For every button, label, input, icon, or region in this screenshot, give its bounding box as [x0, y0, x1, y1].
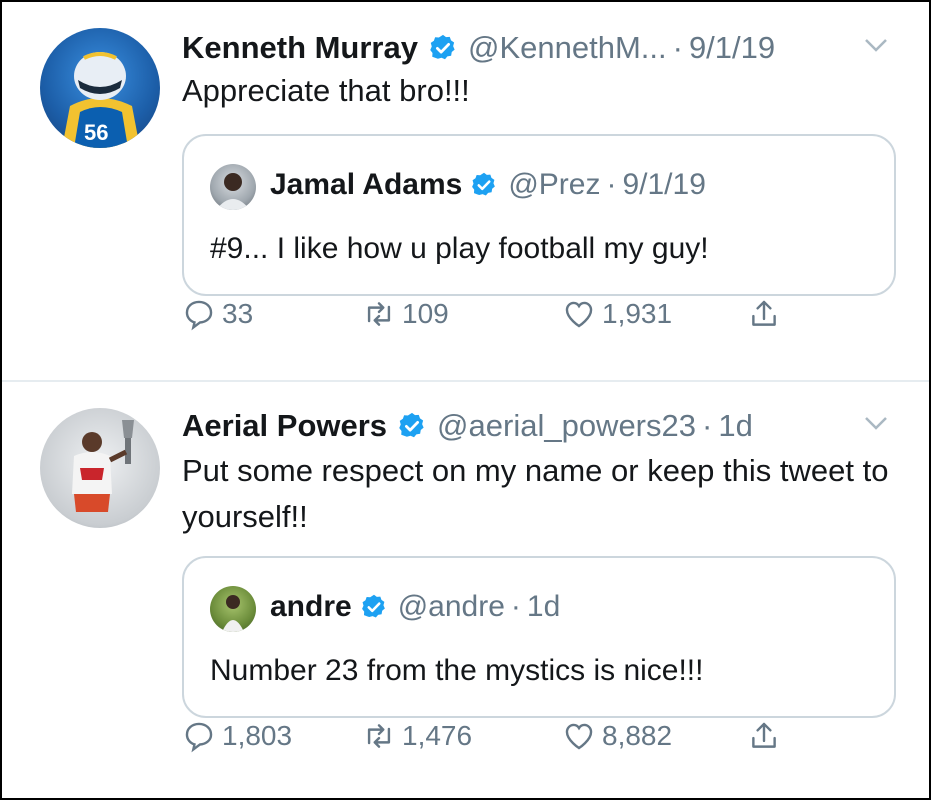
- quoted-date[interactable]: 1d: [527, 590, 560, 624]
- tweet-header: Aerial Powers @aerial_powers23 · 1d: [182, 408, 753, 444]
- quoted-header: andre @andre · 1d: [270, 590, 560, 624]
- verified-badge-icon: [472, 172, 496, 196]
- like-count: 1,931: [602, 298, 673, 329]
- quoted-avatar: [210, 164, 256, 210]
- retweet-button[interactable]: 1,476: [362, 719, 472, 753]
- author-handle[interactable]: @KennethM...: [468, 30, 667, 66]
- quoted-tweet[interactable]: Jamal Adams @Prez · 9/1/19 #9... I like …: [182, 134, 896, 296]
- person-avatar-icon: [216, 173, 250, 210]
- verified-badge-icon: [361, 594, 385, 618]
- tweet[interactable]: Aerial Powers @aerial_powers23 · 1d Put …: [2, 382, 929, 798]
- svg-text:56: 56: [84, 120, 108, 145]
- quoted-avatar: [210, 586, 256, 632]
- quoted-handle[interactable]: @andre: [398, 590, 505, 624]
- heart-icon: [565, 301, 593, 328]
- share-icon: [752, 300, 776, 326]
- tweet-text: Put some respect on my name or keep this…: [182, 453, 889, 534]
- author-name[interactable]: Kenneth Murray: [182, 30, 418, 66]
- person-avatar-icon: [222, 595, 244, 632]
- avatar[interactable]: [40, 408, 160, 528]
- heart-icon: [565, 723, 593, 750]
- share-button[interactable]: [747, 719, 787, 753]
- avatar[interactable]: 56: [40, 28, 160, 148]
- retweet-icon: [367, 724, 391, 748]
- quoted-header: Jamal Adams @Prez · 9/1/19: [270, 168, 706, 202]
- retweet-button[interactable]: 109: [362, 297, 449, 331]
- reply-button[interactable]: 33: [182, 297, 253, 331]
- like-button[interactable]: 8,882: [562, 719, 672, 753]
- separator-dot: ·: [672, 30, 683, 65]
- retweet-icon: [367, 302, 391, 326]
- reply-count: 1,803: [222, 720, 293, 751]
- reply-icon: [185, 722, 213, 753]
- athlete-with-trophy-avatar-icon: [72, 420, 134, 512]
- tweet-feed: 56 Kenneth Murray @KennethM... · 9/1/19 …: [2, 2, 929, 798]
- tweet-text: Appreciate that bro!!!: [182, 73, 470, 108]
- reply-icon: [185, 300, 213, 331]
- quoted-author-name[interactable]: Jamal Adams: [270, 168, 462, 202]
- like-count: 8,882: [602, 720, 673, 751]
- tweet[interactable]: 56 Kenneth Murray @KennethM... · 9/1/19 …: [2, 2, 929, 382]
- verified-badge-icon: [430, 34, 455, 60]
- share-button[interactable]: [747, 297, 787, 331]
- quoted-text: Number 23 from the mystics is nice!!!: [210, 654, 704, 687]
- tweet-header: Kenneth Murray @KennethM... · 9/1/19: [182, 30, 775, 66]
- football-player-avatar-icon: 56: [62, 52, 140, 148]
- chevron-down-icon[interactable]: [863, 36, 889, 54]
- verified-badge-icon: [399, 412, 424, 438]
- retweet-count: 1,476: [402, 720, 473, 751]
- quoted-author-name[interactable]: andre: [270, 590, 352, 624]
- tweet-date[interactable]: 9/1/19: [689, 30, 775, 66]
- author-name[interactable]: Aerial Powers: [182, 408, 387, 444]
- chevron-down-icon[interactable]: [863, 414, 889, 432]
- quoted-tweet[interactable]: andre @andre · 1d Number 23 from the mys…: [182, 556, 896, 718]
- reply-button[interactable]: 1,803: [182, 719, 292, 753]
- retweet-count: 109: [402, 298, 449, 329]
- quoted-date[interactable]: 9/1/19: [622, 168, 705, 202]
- separator-dot: ·: [510, 590, 521, 623]
- like-button[interactable]: 1,931: [562, 297, 672, 331]
- separator-dot: ·: [702, 408, 713, 443]
- tweet-date[interactable]: 1d: [718, 408, 752, 444]
- separator-dot: ·: [606, 168, 617, 201]
- quoted-handle[interactable]: @Prez: [508, 168, 600, 202]
- reply-count: 33: [222, 298, 254, 329]
- share-icon: [752, 722, 776, 748]
- author-handle[interactable]: @aerial_powers23: [437, 408, 696, 444]
- quoted-text: #9... I like how u play football my guy!: [210, 232, 709, 265]
